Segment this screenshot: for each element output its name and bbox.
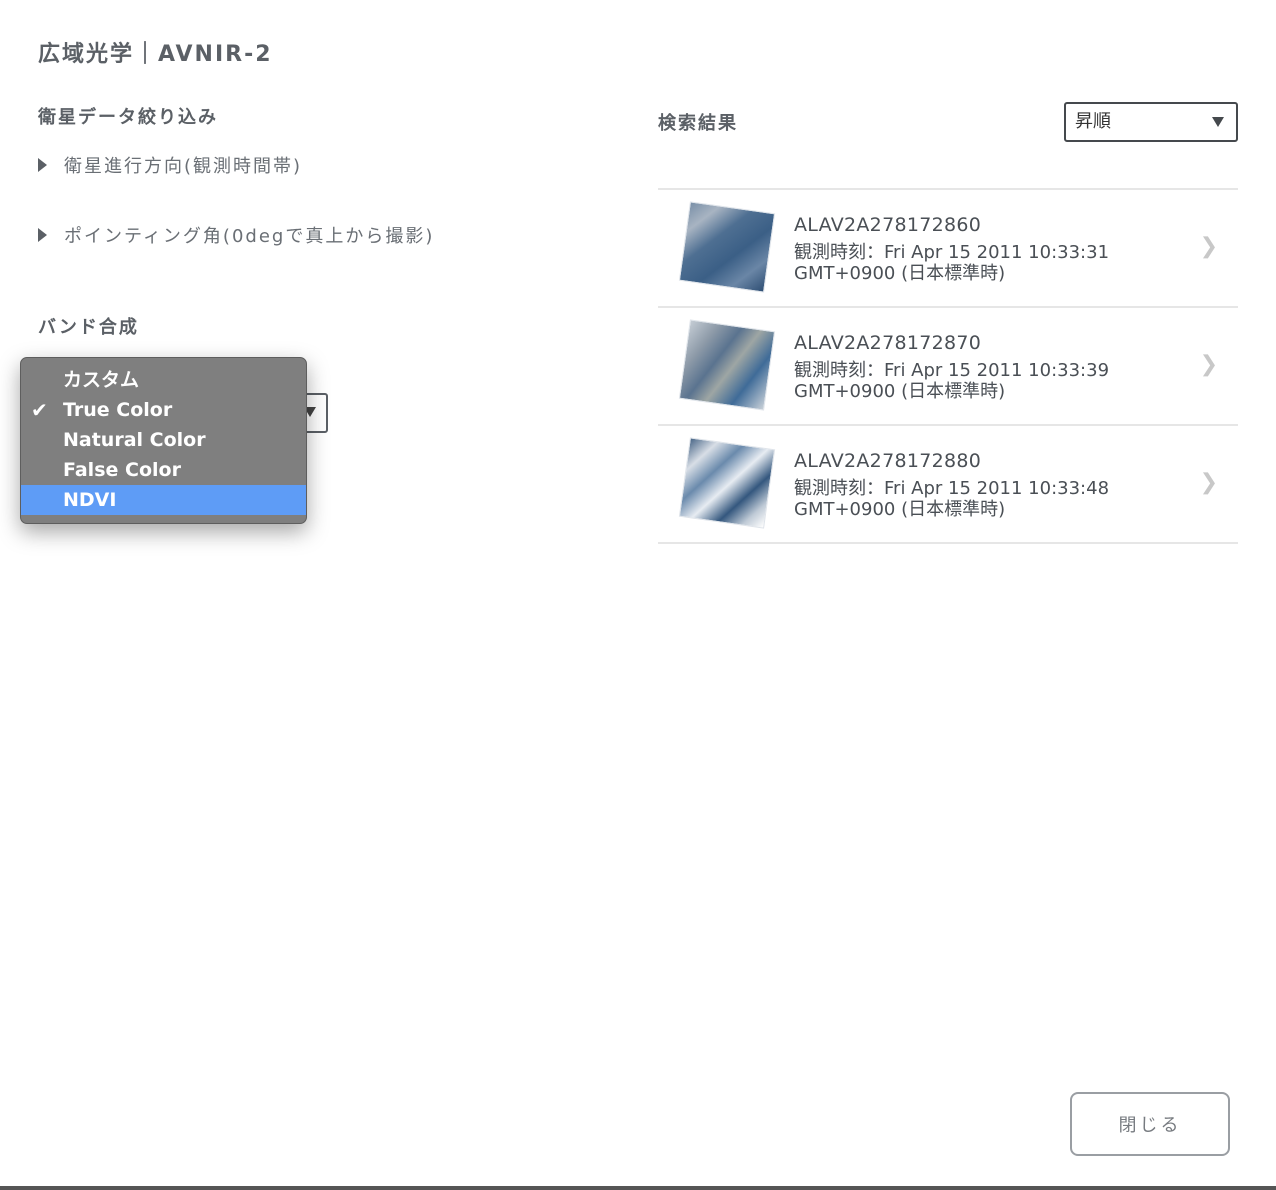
option-label: カスタム	[63, 369, 140, 391]
dropdown-arrow-icon	[1212, 117, 1224, 127]
results-list: ALAV2A278172860 観測時刻：Fri Apr 15 2011 10:…	[658, 188, 1238, 544]
result-id: ALAV2A278172880	[794, 450, 982, 472]
option-label: NDVI	[63, 489, 117, 511]
chevron-right-icon: ❯	[1199, 234, 1218, 259]
option-label: False Color	[63, 459, 181, 481]
sort-order-value: 昇順	[1075, 111, 1111, 132]
triangle-right-icon	[38, 158, 47, 172]
filter-heading: 衛星データ絞り込み	[38, 107, 218, 128]
direction-filter-label: 衛星進行方向(観測時間帯)	[64, 156, 303, 177]
result-time: 観測時刻：Fri Apr 15 2011 10:33:31 GMT+0900 (…	[794, 242, 1110, 284]
direction-filter-toggle[interactable]: 衛星進行方向(観測時間帯)	[38, 152, 302, 178]
search-panel: 広域光学｜AVNIR-2 衛星データ絞り込み 衛星進行方向(観測時間帯) ポイン…	[0, 0, 1276, 1190]
results-heading: 検索結果	[658, 113, 738, 134]
satellite-thumbnail	[678, 437, 776, 529]
pointing-filter-label: ポインティング角(0degで真上から撮影)	[64, 226, 435, 247]
option-label: True Color	[63, 399, 173, 421]
band-option-custom[interactable]: カスタム	[21, 365, 306, 395]
close-button[interactable]: 閉じる	[1070, 1092, 1230, 1156]
pointing-filter-toggle[interactable]: ポインティング角(0degで真上から撮影)	[38, 222, 434, 248]
sort-order-select[interactable]: 昇順	[1064, 102, 1238, 142]
band-options-menu: カスタム ✔ True Color Natural Color False Co…	[20, 357, 307, 524]
result-item[interactable]: ALAV2A278172870 観測時刻：Fri Apr 15 2011 10:…	[658, 308, 1238, 426]
page-title: 広域光学｜AVNIR-2	[38, 42, 273, 67]
result-time: 観測時刻：Fri Apr 15 2011 10:33:39 GMT+0900 (…	[794, 360, 1110, 402]
result-id: ALAV2A278172860	[794, 214, 982, 236]
result-item[interactable]: ALAV2A278172860 観測時刻：Fri Apr 15 2011 10:…	[658, 190, 1238, 308]
chevron-right-icon: ❯	[1199, 470, 1218, 495]
chevron-right-icon: ❯	[1199, 352, 1218, 377]
result-id: ALAV2A278172870	[794, 332, 982, 354]
band-heading: バンド合成	[38, 317, 139, 338]
band-option-ndvi[interactable]: NDVI	[21, 485, 306, 515]
result-time: 観測時刻：Fri Apr 15 2011 10:33:48 GMT+0900 (…	[794, 478, 1110, 520]
band-option-true-color[interactable]: ✔ True Color	[21, 395, 306, 425]
option-label: Natural Color	[63, 429, 206, 451]
satellite-thumbnail	[678, 319, 776, 411]
result-item[interactable]: ALAV2A278172880 観測時刻：Fri Apr 15 2011 10:…	[658, 426, 1238, 544]
triangle-right-icon	[38, 228, 47, 242]
band-option-natural-color[interactable]: Natural Color	[21, 425, 306, 455]
satellite-thumbnail	[678, 201, 776, 293]
bottom-border	[0, 1186, 1276, 1190]
band-option-false-color[interactable]: False Color	[21, 455, 306, 485]
checkmark-icon: ✔	[31, 398, 48, 422]
